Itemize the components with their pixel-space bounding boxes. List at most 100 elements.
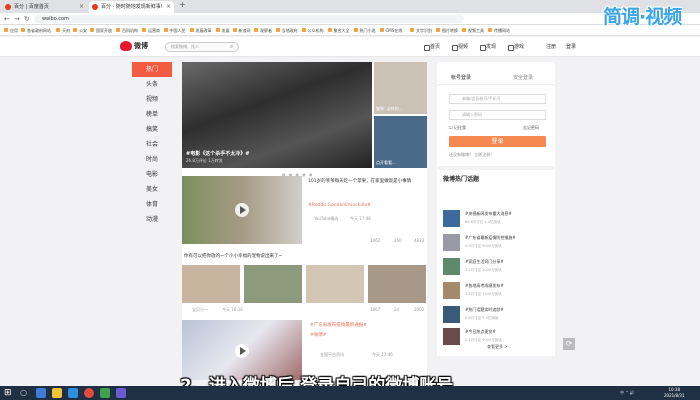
bookmark-item[interactable]: 视频工具 — [462, 27, 484, 34]
app-icon[interactable] — [116, 388, 126, 398]
bookmark-item[interactable]: 公众机构 — [301, 27, 324, 34]
post-comment-count[interactable]: 260 — [394, 238, 402, 243]
bookmark-item[interactable]: 百科机构 — [116, 27, 138, 34]
app-icon[interactable] — [100, 388, 110, 398]
hot-topic-item[interactable]: #广东省最新疫情防控措施# 5.6万讨论 5000万阅读 — [443, 234, 551, 254]
username-field[interactable]: 邮箱/会员帐号/手机号 — [449, 94, 546, 104]
bookmark-item[interactable]: 公安 — [73, 27, 87, 34]
post-like-count[interactable]: 4823 — [414, 238, 424, 243]
task-view-icon[interactable] — [36, 388, 46, 398]
nav-discover[interactable]: 发现 — [480, 43, 496, 51]
bookmark-item[interactable]: 文字识别 — [410, 27, 432, 34]
left-nav-item[interactable]: 社会 — [132, 137, 172, 152]
reload-icon[interactable]: ↻ — [24, 14, 30, 24]
post-comment-count[interactable]: 24 — [394, 307, 399, 312]
bookmark-item[interactable]: 聚合大全 — [327, 27, 350, 34]
side-thumbnail-1[interactable]: 猫咪: 这样的... — [374, 62, 427, 114]
hot-topic-item[interactable]: #各地高考成绩发布# 1.8万讨论 1500万阅读 — [443, 282, 551, 302]
forgot-password-link[interactable]: 忘记密码 — [523, 125, 539, 131]
search-icon[interactable]: ○ — [20, 388, 30, 398]
post-repost-count[interactable]: 1462 — [370, 238, 380, 243]
browser-tab-weibo[interactable]: 百分 · 随时随地发现新鲜事! × — [89, 1, 174, 13]
post-link[interactable]: #微博# — [310, 332, 327, 339]
close-icon[interactable]: × — [79, 1, 84, 13]
post-repost-count[interactable]: 1467 — [370, 307, 380, 312]
bookmark-item[interactable]: 应用 — [4, 27, 18, 34]
left-nav-item[interactable]: 时尚 — [132, 152, 172, 167]
side-thumbnail-2[interactable]: 点开看看... — [374, 116, 427, 168]
bookmark-item[interactable]: 发展 — [215, 27, 230, 34]
left-nav-item[interactable]: 搞笑 — [132, 122, 172, 137]
left-nav-item[interactable]: 热门 — [132, 62, 172, 77]
browser-tab-baidu[interactable]: 百分 | 百度首页 × — [2, 1, 87, 13]
nav-game[interactable]: 游戏 — [508, 43, 524, 51]
tab-scan-login[interactable]: 安全登录 — [513, 74, 533, 81]
forward-arrow-icon[interactable]: → — [14, 14, 20, 24]
hot-topics-more-link[interactable]: 查看更多 > — [487, 344, 508, 350]
bookmark-item[interactable]: 发展改革 — [189, 27, 212, 34]
play-icon[interactable] — [235, 203, 249, 217]
login-button[interactable]: 登录 — [449, 136, 546, 147]
post-link[interactable]: #Reddit GoodenChinchilla# — [308, 202, 371, 209]
post-like-count[interactable]: 3002 — [414, 307, 424, 312]
post-image-4[interactable] — [368, 265, 426, 303]
bookmark-item[interactable]: 各省政府网站 — [21, 27, 51, 34]
chrome-browser-icon[interactable] — [84, 388, 94, 398]
tab-account-login[interactable]: 帐号登录 — [451, 74, 471, 81]
search-input[interactable]: 搜索微博、找人 — [165, 42, 239, 52]
windows-taskbar: ⊞ ○ 中 ⌃ 🔊 10:38 2021/8/31 — [0, 386, 700, 400]
remember-me-checkbox[interactable]: ☑ 记住我 — [449, 125, 466, 131]
nav-register[interactable]: 注册 — [540, 43, 556, 51]
left-nav-item[interactable]: 榜单 — [132, 107, 172, 122]
nav-video[interactable]: 视频 — [452, 43, 468, 51]
back-arrow-icon[interactable]: ← — [4, 14, 10, 24]
bookmark-item[interactable]: 运营商 — [142, 27, 160, 34]
banner-image[interactable]: #电影《这个杀手不太冷》# 26.8万评论 1万转发 — [182, 62, 372, 168]
play-icon[interactable] — [235, 344, 249, 358]
bookmark-item[interactable]: 热门小说 — [353, 27, 376, 34]
bookmark-item[interactable]: 传播网站 — [488, 27, 510, 34]
refresh-icon[interactable]: ⟳ — [563, 338, 575, 350]
left-nav-item[interactable]: 头条 — [132, 77, 172, 92]
edge-browser-icon[interactable] — [68, 388, 78, 398]
bookmark-item[interactable]: 国家开放 — [90, 27, 112, 34]
left-nav-item[interactable]: 动漫 — [132, 212, 172, 227]
windows-start-icon[interactable]: ⊞ — [4, 388, 14, 398]
bookmark-item[interactable]: 观察者 — [254, 27, 272, 34]
clock[interactable]: 10:38 2021/8/31 — [664, 387, 685, 399]
hot-topic-item[interactable]: #家庭生活窍门分享# 3.2万讨论 2000万阅读 — [443, 258, 551, 278]
close-icon[interactable]: × — [166, 1, 171, 13]
nav-login[interactable]: 登录 — [560, 43, 576, 51]
file-explorer-icon[interactable] — [52, 388, 62, 398]
clock-date: 2021/8/31 — [664, 393, 685, 398]
left-nav-item[interactable]: 美女 — [132, 182, 172, 197]
bookmark-item[interactable]: 天府 — [56, 27, 70, 34]
post-image-1[interactable] — [182, 265, 240, 303]
post-image-3[interactable] — [306, 265, 364, 303]
left-nav-item[interactable]: 视频 — [132, 92, 172, 107]
hot-topic-item[interactable]: #央视新闻发布重大消息# 66.6万讨论 1.4亿阅读 — [443, 210, 551, 230]
left-nav-item[interactable]: 电影 — [132, 167, 172, 182]
hot-topic-item[interactable]: #热门话题实时追踪# 8.6万讨论 3.5亿阅读 — [443, 306, 551, 326]
nav-home[interactable]: 首页 — [424, 43, 440, 51]
left-nav-item[interactable]: 体育 — [132, 197, 172, 212]
url-field[interactable]: weibo.com — [34, 15, 464, 23]
post-author[interactable]: YouTube精选 — [314, 216, 338, 222]
post-author[interactable]: 全国平台资讯 — [320, 352, 344, 358]
register-link[interactable]: 还没有微博？ 立即注册! — [449, 152, 492, 158]
new-tab-button[interactable]: + — [179, 0, 186, 9]
search-icon[interactable]: ⌕ — [230, 43, 233, 51]
bookmark-item[interactable]: 当地政府 — [275, 27, 298, 34]
bookmark-item[interactable]: CMS在线 — [379, 27, 402, 34]
post-image-2[interactable] — [244, 265, 302, 303]
password-field[interactable]: 请输入密码 — [449, 110, 546, 120]
bookmark-item[interactable]: 图片转换 — [436, 27, 458, 34]
post-author[interactable]: 宝贝小一 — [192, 307, 208, 313]
system-tray[interactable]: 中 ⌃ 🔊 — [620, 390, 635, 396]
bookmark-item[interactable]: 新浪网 — [232, 27, 251, 34]
post-video-thumbnail[interactable] — [182, 176, 302, 244]
bookmark-item[interactable]: 中国人民 — [163, 27, 186, 34]
topic-title: #央视新闻发布重大消息# — [465, 211, 512, 216]
weibo-logo[interactable]: 微博 — [120, 41, 148, 51]
baidu-favicon-icon — [5, 4, 11, 10]
